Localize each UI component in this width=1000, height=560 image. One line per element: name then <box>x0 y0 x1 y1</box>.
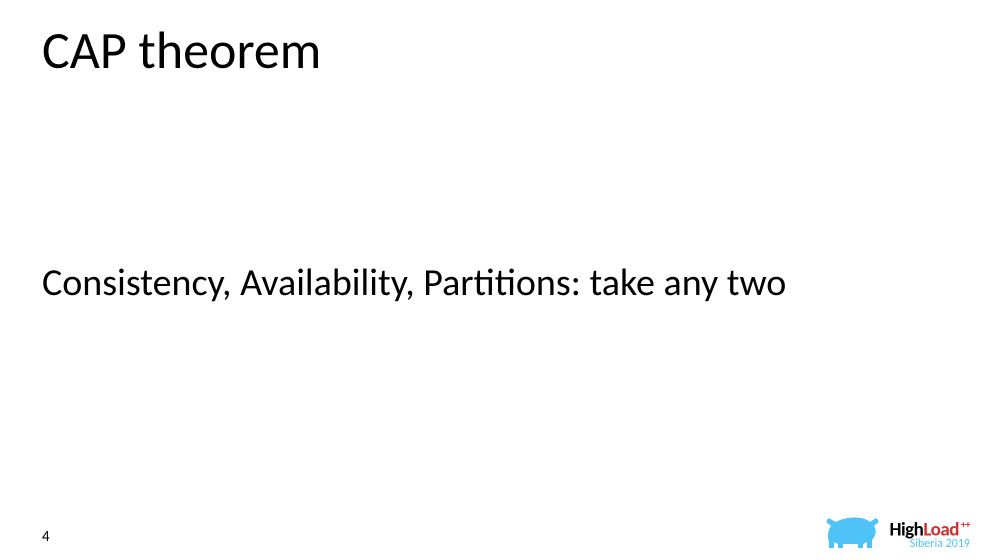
slide-body-text: Consistency, Availability, Partitions: t… <box>42 260 940 308</box>
bear-icon <box>824 512 882 550</box>
logo-plus: ++ <box>961 518 970 531</box>
logo-subtitle: Siberia 2019 <box>910 538 970 550</box>
logo-text-block: HighLoad++ Siberia 2019 <box>890 520 970 550</box>
conference-logo: HighLoad++ Siberia 2019 <box>824 512 970 550</box>
page-number: 4 <box>42 528 50 546</box>
slide-title: CAP theorem <box>42 18 321 82</box>
